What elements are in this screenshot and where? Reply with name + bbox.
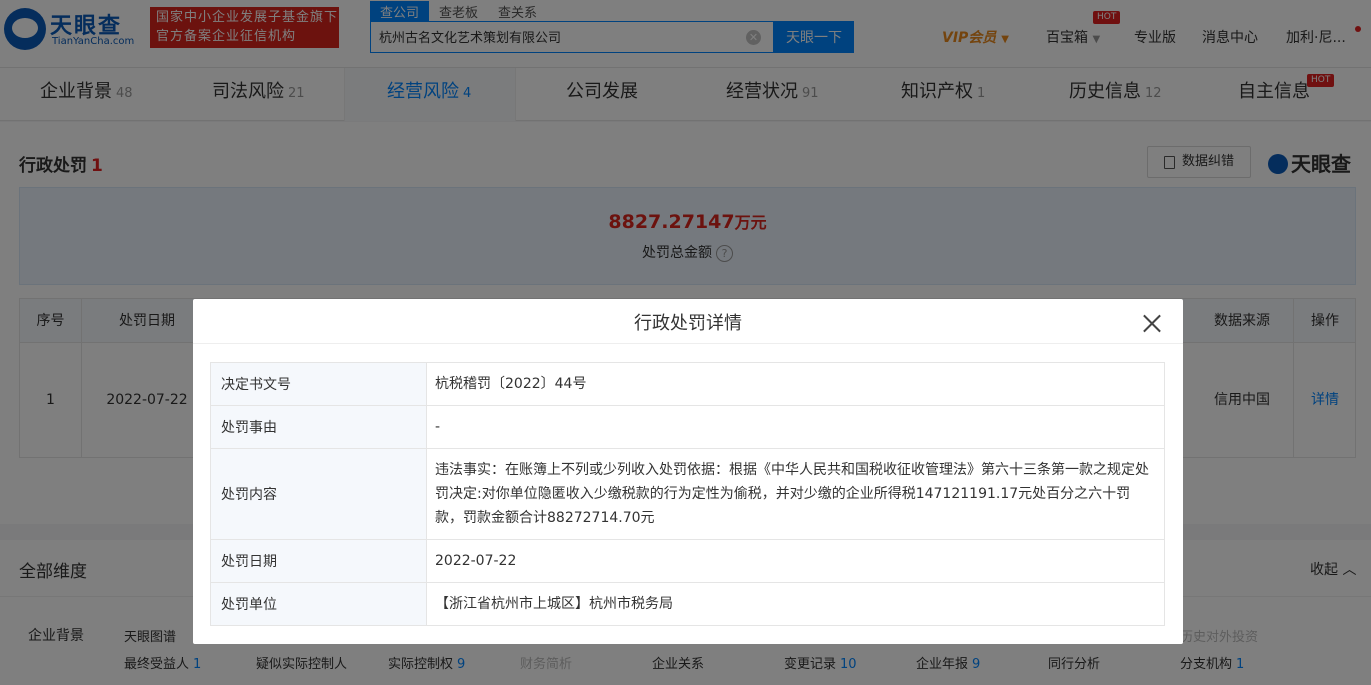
detail-table: 决定书文号 杭税稽罚〔2022〕44号 处罚事由 - 处罚内容 违法事实：在账簿…	[210, 362, 1165, 626]
divider	[193, 343, 1183, 344]
detail-value: 2022-07-22	[435, 553, 517, 569]
detail-value: 【浙江省杭州市上城区】杭州市税务局	[435, 596, 673, 612]
modal-title: 行政处罚详情	[634, 313, 742, 334]
detail-row-date: 处罚日期 2022-07-22	[211, 540, 1164, 583]
detail-row-decision-number: 决定书文号 杭税稽罚〔2022〕44号	[211, 363, 1164, 406]
detail-key: 处罚事由	[211, 406, 427, 448]
close-icon[interactable]	[1140, 312, 1164, 336]
detail-key: 决定书文号	[211, 363, 427, 405]
detail-value: 违法事实：在账簿上不列或少列收入处罚依据：根据《中华人民共和国税收征收管理法》第…	[435, 462, 1149, 526]
detail-key: 处罚单位	[211, 583, 427, 625]
detail-value: -	[435, 419, 441, 435]
detail-key: 处罚内容	[211, 449, 427, 539]
detail-value: 杭税稽罚〔2022〕44号	[435, 376, 587, 392]
penalty-detail-modal: 行政处罚详情 决定书文号 杭税稽罚〔2022〕44号 处罚事由 - 处罚内容 违…	[193, 299, 1183, 644]
detail-row-reason: 处罚事由 -	[211, 406, 1164, 449]
detail-key: 处罚日期	[211, 540, 427, 582]
detail-row-authority: 处罚单位 【浙江省杭州市上城区】杭州市税务局	[211, 583, 1164, 625]
detail-row-content: 处罚内容 违法事实：在账簿上不列或少列收入处罚依据：根据《中华人民共和国税收征收…	[211, 449, 1164, 540]
